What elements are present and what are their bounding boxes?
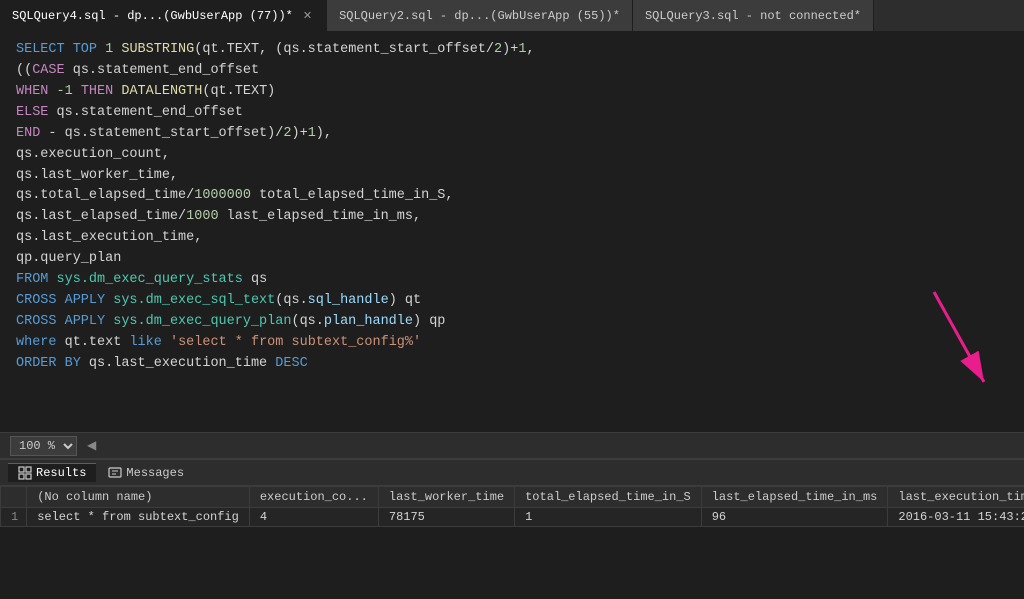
tab-close-icon[interactable]: ✕	[301, 9, 314, 23]
results-tab-bar: Results Messages	[0, 460, 1024, 486]
cell-col6: 2016-03-11 15:43:20.583	[888, 508, 1024, 527]
tab-label: SQLQuery2.sql - dp...(GwbUserApp (55))*	[339, 9, 620, 23]
results-table: (No column name) execution_co... last_wo…	[0, 486, 1024, 527]
tab-sqlquery2[interactable]: SQLQuery2.sql - dp...(GwbUserApp (55))*	[327, 0, 633, 31]
col-header-2: execution_co...	[249, 487, 378, 508]
grid-icon	[18, 466, 32, 480]
results-tab-label: Results	[36, 466, 86, 480]
table-header-row: (No column name) execution_co... last_wo…	[1, 487, 1024, 508]
col-header-4: total_elapsed_time_in_S	[515, 487, 702, 508]
tab-label: SQLQuery4.sql - dp...(GwbUserApp (77))*	[12, 9, 293, 23]
code-content: SELECT TOP 1 SUBSTRING(qt.TEXT, (qs.stat…	[16, 40, 1008, 375]
zoom-select[interactable]: 100 % 75 % 125 % 150 %	[10, 436, 77, 456]
row-num-header	[1, 487, 27, 508]
tab-bar: SQLQuery4.sql - dp...(GwbUserApp (77))* …	[0, 0, 1024, 32]
tab-results[interactable]: Results	[8, 463, 96, 482]
editor-wrapper: SELECT TOP 1 SUBSTRING(qt.TEXT, (qs.stat…	[0, 32, 1024, 432]
col-header-1: (No column name)	[27, 487, 250, 508]
results-grid[interactable]: (No column name) execution_co... last_wo…	[0, 486, 1024, 599]
result-arrow	[924, 282, 1004, 402]
col-header-6: last_execution_time	[888, 487, 1024, 508]
cell-col3: 78175	[378, 508, 514, 527]
row-number: 1	[1, 508, 27, 527]
message-icon	[108, 466, 122, 480]
cell-col1: select * from subtext_config	[27, 508, 250, 527]
tab-messages[interactable]: Messages	[98, 464, 194, 482]
cell-col2: 4	[249, 508, 378, 527]
results-panel: Results Messages (No column name) execut…	[0, 458, 1024, 597]
messages-tab-label: Messages	[126, 466, 184, 480]
code-editor[interactable]: SELECT TOP 1 SUBSTRING(qt.TEXT, (qs.stat…	[0, 32, 1024, 432]
tab-sqlquery3[interactable]: SQLQuery3.sql - not connected*	[633, 0, 874, 31]
tab-label: SQLQuery3.sql - not connected*	[645, 9, 861, 23]
table-row: 1 select * from subtext_config 4 78175 1…	[1, 508, 1024, 527]
tab-sqlquery4[interactable]: SQLQuery4.sql - dp...(GwbUserApp (77))* …	[0, 0, 327, 31]
col-header-3: last_worker_time	[378, 487, 514, 508]
scroll-left-icon[interactable]: ◀	[87, 438, 96, 453]
cell-col4: 1	[515, 508, 702, 527]
status-bar: 100 % 75 % 125 % 150 % ◀	[0, 432, 1024, 458]
col-header-5: last_elapsed_time_in_ms	[701, 487, 888, 508]
cell-col5: 96	[701, 508, 888, 527]
